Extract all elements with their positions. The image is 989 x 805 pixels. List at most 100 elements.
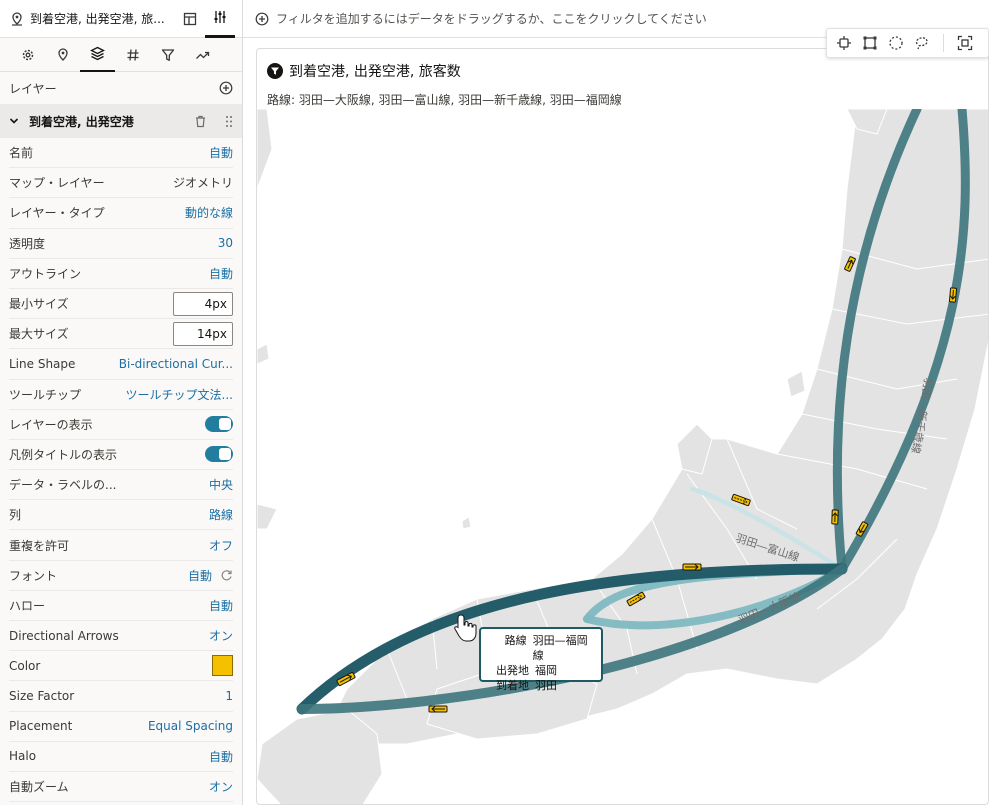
property-row[interactable]: ハロー 自動 (9, 591, 233, 621)
property-row[interactable]: ツールチップ ツールチップ文法... (9, 380, 233, 410)
color-swatch[interactable] (212, 655, 233, 677)
map-tooltip: 路線 羽田—福岡線 出発地 福岡 到着地 羽田 (479, 627, 603, 692)
property-label: Placement (9, 719, 73, 734)
property-label: 名前 (9, 146, 34, 161)
arrow-icon (682, 563, 702, 571)
layout-tab[interactable] (175, 0, 205, 38)
number-format-tab[interactable] (115, 38, 150, 72)
property-value[interactable]: 自動 (188, 567, 212, 584)
property-value[interactable]: ツールチップ文法... (126, 386, 233, 403)
filter-tab[interactable] (150, 38, 185, 72)
property-row[interactable]: Color (9, 651, 233, 682)
property-label: 最大サイズ (9, 327, 69, 342)
property-value[interactable]: 自動 (209, 748, 233, 765)
property-value[interactable]: オフ (209, 537, 233, 554)
trend-arrow-icon (196, 51, 210, 59)
layers-tab[interactable] (80, 38, 115, 72)
add-layer-icon[interactable] (219, 81, 233, 95)
arrow-icon (428, 705, 448, 713)
property-row[interactable]: 凡例タイトルの表示 (9, 440, 233, 471)
property-row[interactable]: 最大サイズ 14px (9, 319, 233, 350)
sliders-icon (214, 11, 226, 23)
property-row[interactable]: アウトライン 自動 (9, 259, 233, 289)
toolbar-divider (943, 34, 944, 52)
viz-tab[interactable]: 到着空港, 出発空港, 旅... (0, 0, 175, 38)
panel-tabs: 到着空港, 出発空港, 旅... (0, 0, 242, 38)
property-row[interactable]: データ・ラベルの... 中央 (9, 470, 233, 501)
trash-icon[interactable] (194, 115, 207, 128)
property-toggle[interactable] (205, 416, 233, 433)
property-input[interactable]: 14px (173, 321, 233, 346)
reset-icon[interactable] (220, 569, 233, 582)
property-value[interactable]: オン (209, 778, 233, 795)
property-value[interactable]: 動的な線 (185, 204, 233, 221)
layers-header: レイヤー (0, 72, 242, 104)
property-row[interactable]: 列 路線 (9, 500, 233, 531)
property-label: 最小サイズ (9, 297, 69, 312)
filter-badge-icon[interactable] (267, 63, 283, 79)
property-value[interactable]: 自動 (209, 597, 233, 614)
layer-item[interactable]: 到着空港, 出発空港 (0, 104, 242, 138)
lasso-select-button[interactable] (911, 32, 933, 54)
property-value[interactable]: 1 (225, 689, 233, 703)
property-value[interactable]: オン (209, 627, 233, 644)
property-value[interactable]: 中央 (209, 476, 233, 493)
property-row[interactable]: 自動ズーム オン (9, 772, 233, 803)
property-row[interactable]: Size Factor 1 (9, 681, 233, 712)
property-row[interactable]: マップ・レイヤー ジオメトリ (9, 168, 233, 199)
property-toggle[interactable] (205, 446, 233, 463)
property-row[interactable]: Halo 自動 (9, 742, 233, 772)
rectangle-select-icon (863, 36, 877, 50)
route-map[interactable]: 羽田—富山線 羽田—大阪線 羽田—新千歳線 (257, 109, 989, 805)
property-row[interactable]: 重複を許可 オフ (9, 530, 233, 561)
property-list: 名前 自動 マップ・レイヤー ジオメトリ レイヤー・タイプ 動的な線 透明度 30 アウトライン… (0, 138, 242, 803)
property-value[interactable]: Equal Spacing (148, 719, 233, 733)
property-row[interactable]: 名前 自動 (9, 138, 233, 169)
lasso-select-icon (915, 37, 928, 50)
properties-tab[interactable] (205, 0, 235, 38)
property-row[interactable]: Line Shape Bi-directional Cur... (9, 349, 233, 380)
pan-icon (837, 36, 851, 50)
property-value[interactable]: 自動 (209, 265, 233, 282)
property-value[interactable]: 自動 (209, 144, 233, 161)
property-row[interactable]: 最小サイズ 4px (9, 289, 233, 320)
property-label: 凡例タイトルの表示 (9, 447, 118, 462)
viz-title: 到着空港, 出発空港, 旅客数 (267, 61, 461, 81)
property-row[interactable]: Placement Equal Spacing (9, 712, 233, 742)
arrow-icon (948, 287, 958, 303)
pan-button[interactable] (833, 32, 855, 54)
property-row[interactable]: Directional Arrows オン (9, 621, 233, 652)
property-label: ツールチップ (9, 387, 82, 402)
map-tab[interactable] (45, 38, 80, 72)
property-label: マップ・レイヤー (9, 176, 105, 191)
zoom-to-fit-icon (957, 35, 973, 51)
zoom-to-fit-button[interactable] (954, 32, 976, 54)
property-value[interactable]: ジオメトリ (173, 174, 233, 191)
property-label: レイヤーの表示 (9, 417, 93, 432)
property-row[interactable]: フォント 自動 (9, 561, 233, 591)
tooltip-key-destination: 到着地 (496, 679, 529, 692)
layers-icon (90, 46, 105, 61)
map-toolbar (826, 28, 989, 58)
chevron-down-icon[interactable] (9, 116, 19, 126)
drag-handle-icon[interactable] (225, 115, 233, 128)
property-value[interactable]: Bi-directional Cur... (119, 357, 233, 371)
add-filter-icon[interactable] (255, 12, 269, 26)
property-value[interactable]: 路線 (209, 506, 233, 523)
circle-select-button[interactable] (885, 32, 907, 54)
property-category-tabs (0, 38, 242, 72)
visualization-card[interactable]: 到着空港, 出発空港, 旅客数 路線: 羽田—大阪線, 羽田—富山線, 羽田—新… (256, 48, 989, 805)
general-tab[interactable] (10, 38, 45, 72)
property-row[interactable]: レイヤー・タイプ 動的な線 (9, 198, 233, 229)
analytics-tab[interactable] (185, 38, 220, 72)
property-row[interactable]: レイヤーの表示 (9, 410, 233, 440)
property-label: Halo (9, 749, 37, 764)
property-input[interactable]: 4px (173, 291, 233, 316)
rectangle-select-button[interactable] (859, 32, 881, 54)
property-label: ハロー (9, 598, 46, 613)
viz-subtitle: 路線: 羽田—大阪線, 羽田—富山線, 羽田—新千歳線, 羽田—福岡線 (267, 93, 622, 107)
map-pin-icon (12, 11, 22, 26)
property-label: Color (9, 658, 41, 673)
property-value[interactable]: 30 (218, 236, 233, 250)
property-row[interactable]: 透明度 30 (9, 229, 233, 259)
